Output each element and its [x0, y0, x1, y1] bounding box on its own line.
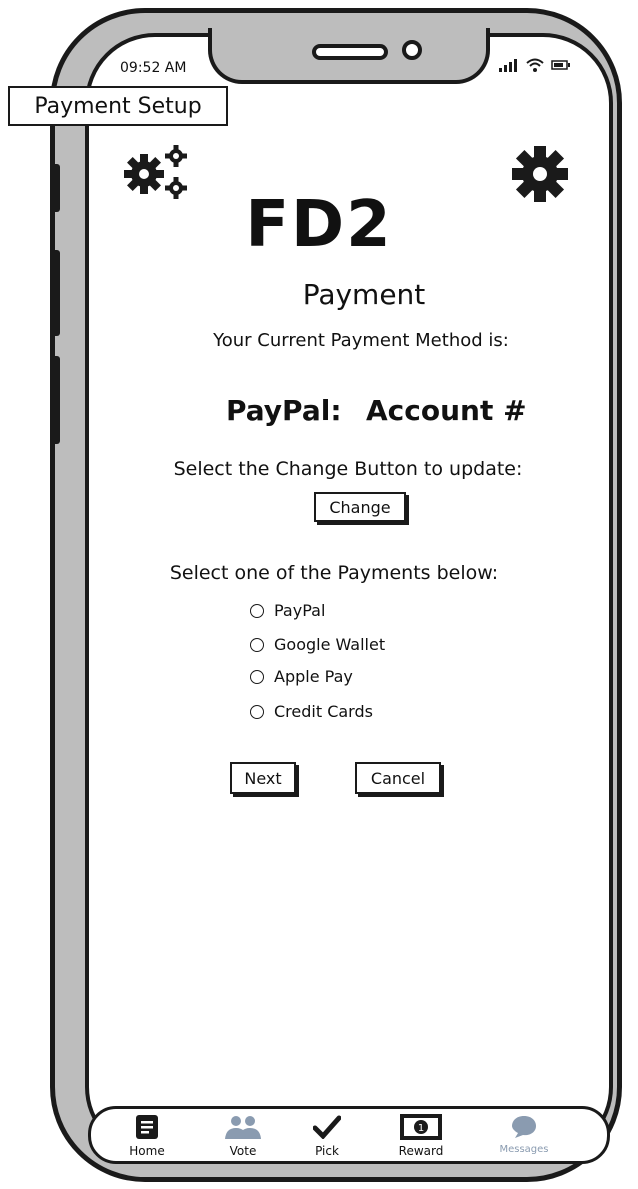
change-button[interactable]: Change: [314, 492, 406, 522]
tab-label: Vote: [229, 1144, 257, 1158]
select-hint: Select one of the Payments below:: [169, 562, 499, 584]
home-icon: [136, 1115, 158, 1139]
signal-icon: [499, 59, 517, 72]
radio-label: Apple Pay: [274, 667, 353, 686]
tab-label: Reward: [398, 1144, 444, 1158]
checkmark-icon: [313, 1115, 341, 1139]
tab-reward[interactable]: 1 Reward: [386, 1112, 456, 1158]
radio-label: Credit Cards: [274, 702, 373, 721]
tab-label: Home: [129, 1144, 165, 1158]
radio-button[interactable]: [250, 637, 264, 652]
radio-option-credit-cards[interactable]: Credit Cards: [250, 702, 373, 721]
wifi-icon: [526, 58, 545, 72]
radio-option-google-wallet[interactable]: Google Wallet: [250, 635, 385, 654]
window-title: Payment Setup: [8, 86, 228, 126]
brand-logo: FD2: [245, 188, 393, 262]
camera: [402, 40, 422, 60]
side-button-volume-down: [52, 356, 60, 444]
current-method-label: Your Current Payment Method is:: [213, 330, 509, 351]
current-provider: PayPal:: [226, 394, 342, 427]
radio-label: Google Wallet: [274, 635, 386, 654]
tab-messages[interactable]: Messages: [488, 1112, 560, 1155]
battery-icon: [551, 60, 570, 70]
next-button[interactable]: Next: [230, 762, 296, 794]
status-icons: [498, 57, 571, 73]
tab-home[interactable]: Home: [112, 1112, 182, 1158]
cancel-button[interactable]: Cancel: [355, 762, 441, 794]
page-subtitle: Payment: [302, 278, 426, 311]
money-icon: 1: [400, 1114, 442, 1140]
change-hint: Select the Change Button to update:: [173, 458, 523, 480]
radio-button[interactable]: [250, 669, 264, 684]
speaker: [312, 44, 388, 60]
tab-label: Pick: [315, 1144, 339, 1158]
svg-text:1: 1: [418, 1123, 424, 1134]
tab-label: Messages: [499, 1144, 549, 1155]
status-time: 09:52 AM: [120, 60, 187, 76]
radio-label: PayPal: [274, 601, 326, 620]
chat-bubble-icon: [512, 1116, 536, 1138]
tab-vote[interactable]: Vote: [208, 1112, 278, 1158]
radio-option-apple-pay[interactable]: Apple Pay: [250, 667, 353, 686]
radio-option-paypal[interactable]: PayPal: [250, 601, 325, 620]
users-icon: [225, 1116, 261, 1139]
radio-button[interactable]: [250, 704, 264, 719]
current-account: Account #: [366, 394, 527, 427]
radio-button[interactable]: [250, 603, 264, 618]
tab-pick[interactable]: Pick: [292, 1112, 362, 1158]
